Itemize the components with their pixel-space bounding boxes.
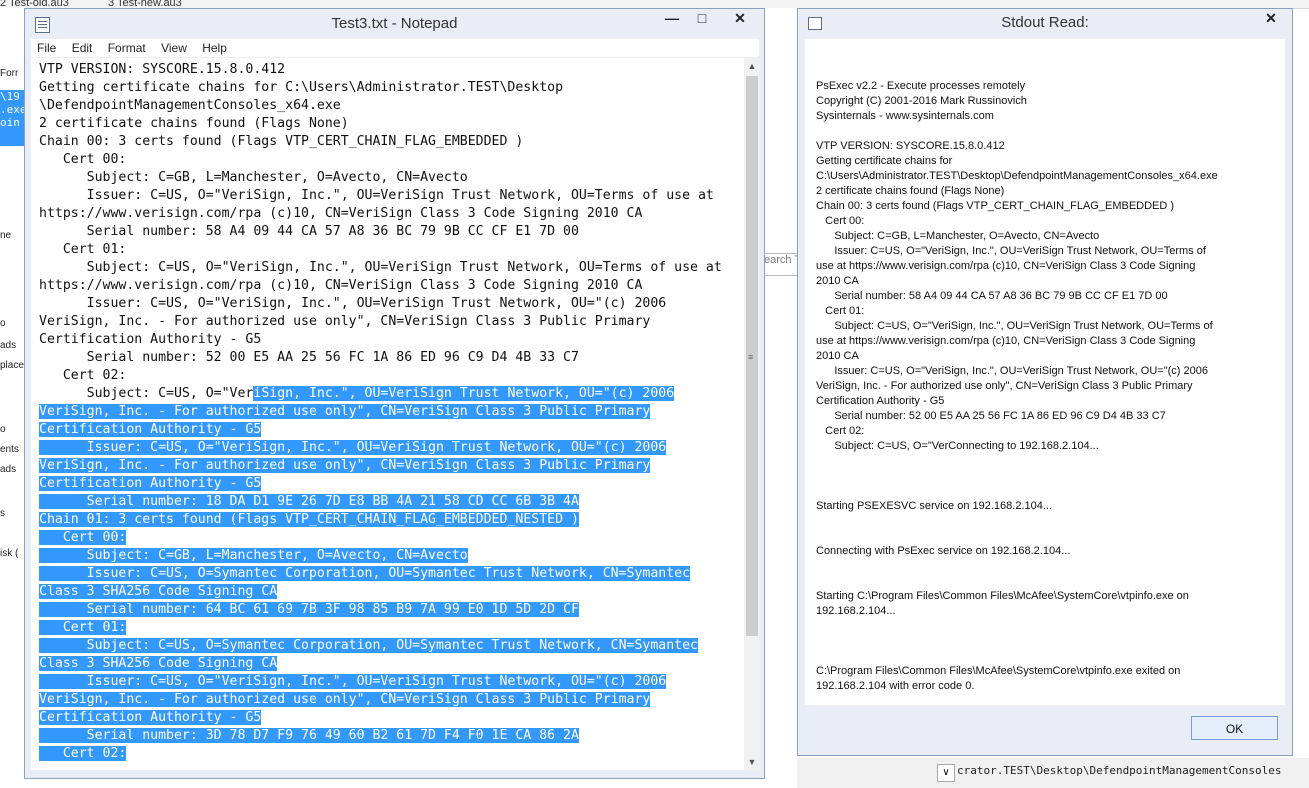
background-fragment: .exe bbox=[0, 103, 24, 116]
background-fragment: s bbox=[0, 508, 5, 519]
background-tab-old[interactable]: 2 Test-old.au3 bbox=[0, 0, 69, 9]
background-fragment: o bbox=[0, 318, 6, 329]
menu-format[interactable]: Format bbox=[102, 39, 152, 57]
stdout-title: Stdout Read: bbox=[1001, 14, 1089, 31]
background-selection: \19 .exe oin bbox=[0, 90, 24, 146]
background-fragment: ents bbox=[0, 444, 19, 455]
background-left-panel: Forr \19 .exe oin ne o ads place o ents … bbox=[0, 8, 24, 788]
scroll-up-icon[interactable]: ▲ bbox=[744, 58, 760, 74]
close-button[interactable]: ✕ bbox=[718, 9, 762, 29]
notepad-title-bar[interactable]: Test3.txt - Notepad — □ ✕ bbox=[25, 9, 764, 39]
background-tab-new[interactable]: 3 Test-new.au3 bbox=[108, 0, 182, 9]
notepad-title: Test3.txt - Notepad bbox=[331, 15, 458, 32]
menu-view[interactable]: View bbox=[155, 39, 193, 57]
background-fragment: oin bbox=[0, 116, 20, 129]
scrollbar-grip-icon: ≡ bbox=[748, 352, 754, 362]
background-fragment: ne bbox=[0, 230, 12, 241]
notepad-menubar: File Edit Format View Help bbox=[31, 39, 759, 57]
stdout-text: PsExec v2.2 - Execute processes remotely… bbox=[816, 80, 1218, 692]
background-fragment: ads bbox=[0, 340, 17, 351]
notepad-text-unselected: VTP VERSION: SYSCORE.15.8.0.412 Getting … bbox=[39, 62, 722, 401]
notepad-text-selected: iSign, Inc.", OU=VeriSign Trust Network,… bbox=[39, 386, 698, 761]
minimize-button[interactable]: — bbox=[658, 9, 686, 29]
background-fragment: isk ( bbox=[0, 548, 19, 559]
chevron-down-icon[interactable]: ∨ bbox=[937, 764, 955, 782]
background-fragment: o bbox=[0, 424, 6, 435]
menu-help[interactable]: Help bbox=[196, 39, 233, 57]
background-fragment: Forr bbox=[0, 68, 19, 79]
background-bottom-bar: ∨ crator.TEST\Desktop\DefendpointManagem… bbox=[797, 758, 1309, 788]
stdout-dialog: Stdout Read: ✕ PsExec v2.2 - Execute pro… bbox=[797, 8, 1293, 756]
scroll-down-icon[interactable]: ▼ bbox=[744, 754, 760, 770]
notepad-text-area[interactable]: VTP VERSION: SYSCORE.15.8.0.412 Getting … bbox=[31, 58, 744, 770]
background-search-input[interactable]: earch T bbox=[763, 253, 799, 276]
notepad-content[interactable]: VTP VERSION: SYSCORE.15.8.0.412 Getting … bbox=[39, 61, 722, 763]
stdout-body: PsExec v2.2 - Execute processes remotely… bbox=[805, 39, 1285, 705]
maximize-button[interactable]: □ bbox=[688, 9, 716, 29]
background-fragment: \19 bbox=[0, 90, 20, 103]
background-path: crator.TEST\Desktop\DefendpointManagemen… bbox=[957, 764, 1282, 777]
background-middle-strip bbox=[765, 8, 797, 788]
menu-edit[interactable]: Edit bbox=[66, 39, 99, 57]
notepad-window: Test3.txt - Notepad — □ ✕ File Edit Form… bbox=[24, 8, 765, 779]
background-fragment: place bbox=[0, 360, 24, 371]
background-fragment: ads bbox=[0, 464, 17, 475]
vertical-scrollbar[interactable]: ▲ ≡ ▼ bbox=[744, 58, 760, 770]
close-button[interactable]: ✕ bbox=[1256, 9, 1286, 29]
menu-file[interactable]: File bbox=[31, 39, 62, 57]
ok-button[interactable]: OK bbox=[1191, 716, 1278, 740]
